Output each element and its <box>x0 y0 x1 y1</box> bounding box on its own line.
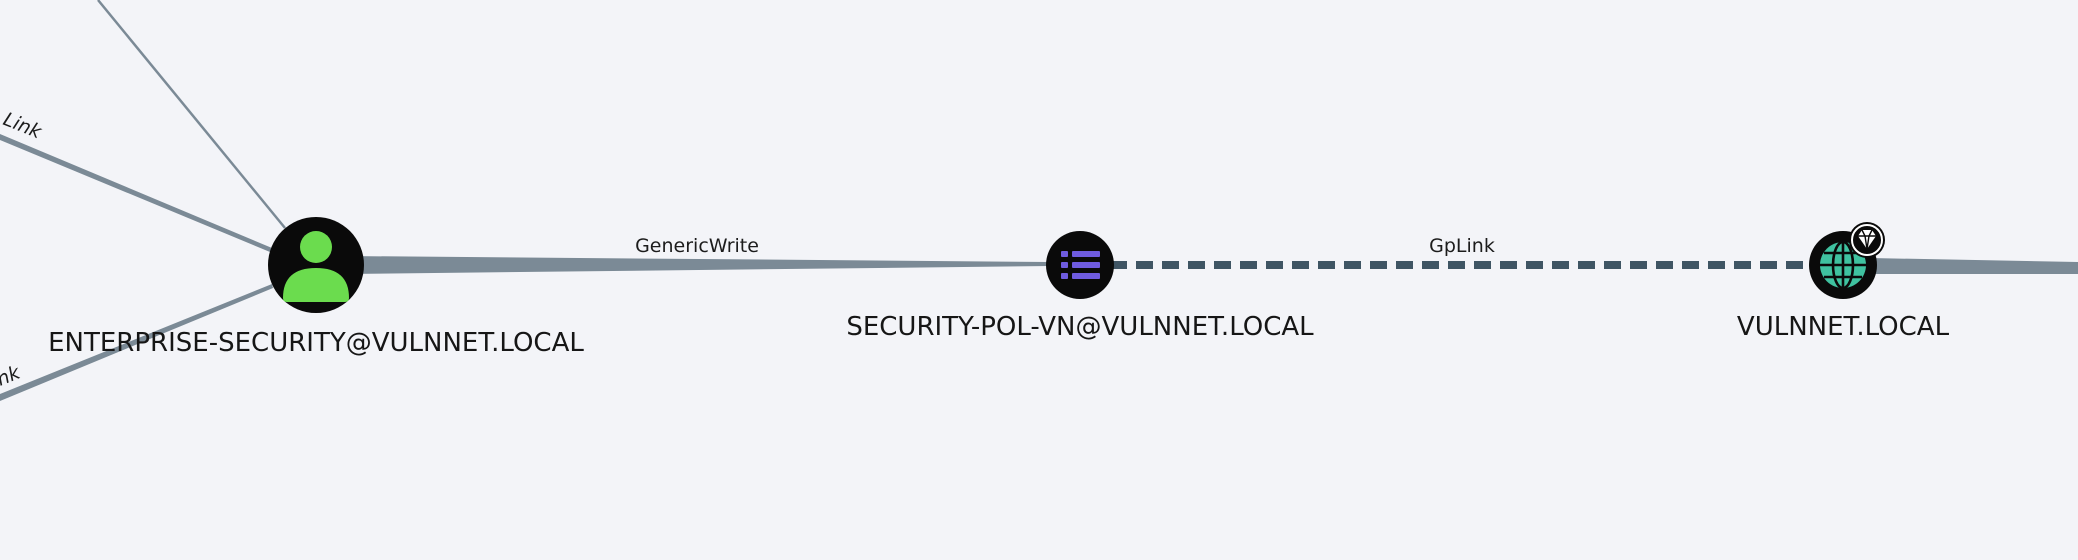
edge-offscreen-right[interactable] <box>1870 258 2078 274</box>
edge-label-gplink: GpLink <box>1429 235 1495 257</box>
node-enterprise-security[interactable] <box>268 217 364 313</box>
node-label-security-pol-vn: SECURITY-POL-VN@VULNNET.LOCAL <box>846 312 1314 342</box>
node-vulnnet-local[interactable] <box>1809 222 1885 299</box>
node-label-enterprise-security: ENTERPRISE-SECURITY@VULNNET.LOCAL <box>48 328 584 358</box>
node-security-pol-vn[interactable] <box>1046 231 1114 299</box>
edge-offscreen-upper-left[interactable] <box>0 134 272 252</box>
graph-canvas[interactable]: Link nk GenericWrite GpLink ENTERPRISE-S… <box>0 0 2078 560</box>
list-icon <box>1061 251 1100 279</box>
edge-genericwrite[interactable] <box>345 256 1050 274</box>
edge-label-genericwrite: GenericWrite <box>635 235 759 257</box>
edge-offscreen-top[interactable] <box>97 0 286 229</box>
node-label-vulnnet-local: VULNNET.LOCAL <box>1737 312 1950 342</box>
diamond-icon <box>1849 222 1885 258</box>
